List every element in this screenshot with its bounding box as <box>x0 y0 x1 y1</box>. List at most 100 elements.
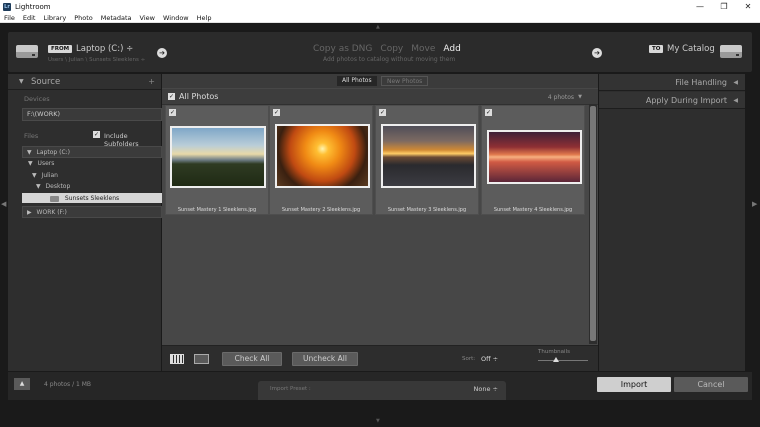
maximize-icon[interactable]: ❐ <box>712 0 736 13</box>
thumbnail-size-slider[interactable] <box>538 360 588 361</box>
photo-filename: Sunset Mastery 4 Sleeklens.jpg <box>493 207 573 213</box>
source-panel-header[interactable]: ▼ Source + <box>8 74 161 90</box>
top-panel-collapse-icon[interactable]: ▲ <box>376 24 380 30</box>
expand-triangle-icon: ◀ <box>733 79 738 86</box>
tree-item-work-drive[interactable]: ▶ WORK (F:) <box>22 206 162 218</box>
photo-thumbnail[interactable] <box>170 126 266 188</box>
bottom-bar: ▲ 4 photos / 1 MB Import Preset : None ÷… <box>8 372 752 400</box>
tab-all-photos[interactable]: All Photos <box>337 76 377 86</box>
expand-triangle-icon: ◀ <box>733 97 738 104</box>
include-subfolders-checkbox[interactable]: ✓ <box>93 131 100 138</box>
menu-photo[interactable]: Photo <box>74 14 93 22</box>
sort-triangle-icon[interactable]: ▼ <box>578 94 582 100</box>
mode-copy-as-dng[interactable]: Copy as DNG <box>313 44 372 54</box>
grid-scrollbar[interactable] <box>589 104 597 344</box>
tree-item-label: Users <box>37 160 55 167</box>
photo-cell[interactable]: ✓ Sunset Mastery 4 Sleeklens.jpg <box>481 105 585 215</box>
catalog-drive-icon <box>720 45 742 59</box>
menu-edit[interactable]: Edit <box>23 14 36 22</box>
menu-metadata[interactable]: Metadata <box>101 14 132 22</box>
tab-new-photos[interactable]: New Photos <box>381 76 429 86</box>
expand-triangle-icon: ▼ <box>27 149 32 156</box>
photo-filename: Sunset Mastery 2 Sleeklens.jpg <box>281 207 361 213</box>
tree-item-desktop[interactable]: ▼ Desktop <box>22 181 162 192</box>
thumbnails-label: Thumbnails <box>538 349 570 355</box>
bottom-panel-collapse-icon[interactable]: ▼ <box>376 418 380 424</box>
left-panel-collapse-icon[interactable]: ◀ <box>1 200 6 208</box>
all-photos-checkbox[interactable]: ✓ <box>168 93 175 100</box>
source-name[interactable]: Laptop (C:) ÷ <box>76 44 133 54</box>
menu-view[interactable]: View <box>140 14 155 22</box>
expand-triangle-icon: ▶ <box>27 209 32 216</box>
source-path[interactable]: Users \ Julian \ Sunsets Sleeklens ÷ <box>48 57 145 63</box>
destination-name[interactable]: My Catalog <box>667 44 715 54</box>
import-preset-bar: Import Preset : None ÷ <box>258 381 506 400</box>
mode-move[interactable]: Move <box>411 44 435 54</box>
right-panel-collapse-icon[interactable]: ▶ <box>752 200 757 208</box>
photo-filename: Sunset Mastery 3 Sleeklens.jpg <box>387 207 467 213</box>
photo-cell[interactable]: ✓ Sunset Mastery 1 Sleeklens.jpg <box>165 105 269 215</box>
thumbnail-slider-knob[interactable] <box>553 357 559 362</box>
photo-checkbox[interactable]: ✓ <box>169 109 176 116</box>
photo-thumbnail[interactable] <box>487 130 582 184</box>
device-work-drive[interactable]: F:\(WORK) <box>22 108 162 121</box>
mode-hint: Add photos to catalog without moving the… <box>323 56 456 63</box>
tree-item-sunsets-sleeklens[interactable]: Sunsets Sleeklens <box>22 193 167 203</box>
import-button[interactable]: Import <box>597 377 671 392</box>
file-handling-label: File Handling <box>675 78 727 87</box>
cancel-button[interactable]: Cancel <box>674 377 748 392</box>
grid-view-icon[interactable] <box>170 354 184 364</box>
photo-cell[interactable]: ✓ Sunset Mastery 2 Sleeklens.jpg <box>269 105 373 215</box>
photo-filename: Sunset Mastery 1 Sleeklens.jpg <box>177 207 257 213</box>
loupe-view-icon[interactable] <box>194 354 209 364</box>
photo-checkbox[interactable]: ✓ <box>273 109 280 116</box>
tree-item-label: WORK (F:) <box>36 209 67 216</box>
menu-file[interactable]: File <box>4 14 15 22</box>
tree-item-laptop[interactable]: ▼ Laptop (C:) <box>22 146 162 158</box>
lightroom-logo-icon: Lr <box>3 2 11 11</box>
file-handling-header[interactable]: File Handling ◀ <box>599 74 745 91</box>
photo-thumbnail[interactable] <box>275 124 370 188</box>
photo-checkbox[interactable]: ✓ <box>379 109 386 116</box>
import-mode-selector: Copy as DNG Copy Move Add <box>313 44 461 54</box>
right-panel: File Handling ◀ Apply During Import ◀ <box>599 74 745 371</box>
grid-header: ✓ All Photos 4 photos ▼ <box>162 89 598 105</box>
minimize-icon[interactable]: — <box>688 0 712 13</box>
expand-triangle-icon: ▼ <box>36 183 41 190</box>
collapse-triangle-icon: ▼ <box>19 78 24 85</box>
folder-icon <box>50 195 59 202</box>
files-label: Files <box>24 132 39 140</box>
photo-grid-area: All Photos New Photos ✓ All Photos 4 pho… <box>162 74 598 371</box>
mode-add[interactable]: Add <box>443 44 460 54</box>
tree-item-julian[interactable]: ▼ Julian <box>22 170 162 181</box>
import-header: FROM Laptop (C:) ÷ Users \ Julian \ Suns… <box>8 32 752 72</box>
check-all-button[interactable]: Check All <box>222 352 282 366</box>
source-panel-title: Source <box>31 77 61 87</box>
close-icon[interactable]: ✕ <box>736 0 760 13</box>
photo-thumbnail[interactable] <box>381 124 476 188</box>
arrow-right-icon: ➔ <box>157 48 167 58</box>
menu-library[interactable]: Library <box>43 14 66 22</box>
tree-item-label: Sunsets Sleeklens <box>64 195 120 202</box>
add-source-icon[interactable]: + <box>148 77 155 86</box>
menu-window[interactable]: Window <box>163 14 189 22</box>
menu-bar: File Edit Library Photo Metadata View Wi… <box>0 13 760 23</box>
collapse-dialog-button[interactable]: ▲ <box>14 378 30 390</box>
window-controls: — ❐ ✕ <box>688 0 760 13</box>
source-panel: ▼ Source + Devices F:\(WORK) Files ✓ Inc… <box>8 74 167 371</box>
uncheck-all-button[interactable]: Uncheck All <box>292 352 358 366</box>
to-tag: TO <box>649 45 664 53</box>
apply-during-import-header[interactable]: Apply During Import ◀ <box>599 92 745 109</box>
sort-select[interactable]: Off ÷ <box>481 355 498 363</box>
sort-label: Sort: <box>462 356 476 362</box>
menu-help[interactable]: Help <box>197 14 212 22</box>
tree-item-users[interactable]: ▼ Users <box>22 158 162 169</box>
window-titlebar: Lr Lightroom — ❐ ✕ <box>0 0 760 13</box>
photo-checkbox[interactable]: ✓ <box>485 109 492 116</box>
photo-cell[interactable]: ✓ Sunset Mastery 3 Sleeklens.jpg <box>375 105 479 215</box>
import-preset-select[interactable]: None ÷ <box>474 385 498 393</box>
arrow-right-icon: ➔ <box>592 48 602 58</box>
grid-heading: All Photos <box>179 92 219 101</box>
mode-copy[interactable]: Copy <box>380 44 403 54</box>
from-tag: FROM <box>48 45 73 53</box>
